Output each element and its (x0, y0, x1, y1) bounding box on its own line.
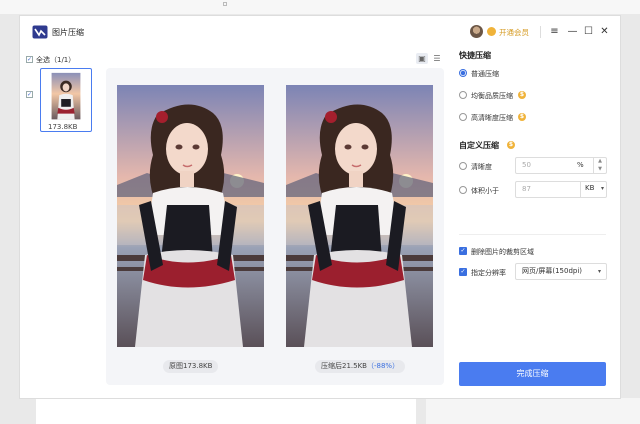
stepper-up-icon[interactable]: ▲ (594, 157, 606, 165)
compression-ratio: （-88%） (366, 362, 400, 370)
background-document-toolbar (0, 0, 640, 14)
balanced-compress-label: 均衡品质压缩 (471, 92, 513, 100)
thumbnail-checkbox[interactable]: ✓ (26, 91, 33, 98)
size-unit: KB (585, 184, 595, 192)
compressed-image-illustration (286, 85, 433, 347)
radio-normal-compress[interactable] (459, 69, 467, 77)
resolution-checkbox[interactable]: ✓ (459, 268, 467, 276)
complete-compress-button[interactable]: 完成压缩 (459, 362, 606, 386)
grid-view-icon[interactable]: ▣ (416, 53, 428, 64)
clarity-unit: % (577, 161, 584, 169)
compressed-size-caption: 压缩后21.5KB（-88%） (315, 360, 406, 373)
radio-clarity[interactable] (459, 162, 467, 170)
radio-balanced-compress[interactable] (459, 91, 467, 99)
thumbnail-image (51, 72, 81, 120)
radio-size-limit[interactable] (459, 186, 467, 194)
resolution-value: 网页/屏幕(150dpi) (522, 267, 583, 275)
size-unit-dropdown[interactable]: KB ▾ (580, 181, 607, 198)
resolution-label: 指定分辨率 (471, 269, 506, 277)
normal-compress-label: 普通压缩 (471, 70, 499, 78)
size-limit-label: 体积小于 (471, 187, 499, 195)
app-logo-icon (32, 25, 48, 39)
original-image-illustration (117, 85, 264, 347)
vip-crown-icon (487, 27, 496, 36)
select-all-label: 全选（1/1） (36, 56, 76, 64)
section-divider (459, 234, 606, 235)
title-divider (540, 26, 541, 38)
remove-crop-label: 删除图片的裁剪区域 (471, 248, 534, 256)
compressed-image (286, 85, 433, 347)
app-title: 图片压缩 (52, 28, 84, 37)
compressed-size-text: 压缩后21.5KB (321, 362, 367, 370)
size-limit-value: 87 (522, 185, 531, 193)
vip-badge-icon: $ (518, 113, 526, 121)
clarity-value: 50 (522, 161, 531, 169)
remove-crop-checkbox[interactable]: ✓ (459, 247, 467, 255)
background-marker (223, 2, 227, 6)
clarity-label: 清晰度 (471, 163, 492, 171)
clarity-stepper[interactable]: ▲ ▼ (593, 157, 606, 174)
stepper-down-icon[interactable]: ▼ (594, 165, 606, 173)
vip-upgrade-link[interactable]: 开通会员 (499, 27, 529, 38)
resolution-select[interactable]: 网页/屏幕(150dpi) ▾ (515, 263, 607, 280)
radio-hd-compress[interactable] (459, 113, 467, 121)
image-compress-dialog: 图片压缩 开通会员 ≡ — ☐ ✕ ✓ 全选（1/1） ✓ 173.8KB ▣ … (19, 15, 621, 399)
title-bar: 图片压缩 开通会员 ≡ — ☐ ✕ (20, 16, 620, 48)
chevron-down-icon: ▾ (600, 185, 604, 192)
minimize-icon[interactable]: — (566, 25, 579, 38)
chevron-down-icon: ▾ (597, 268, 601, 275)
vip-badge-icon: $ (507, 141, 515, 149)
background-document-margin (426, 398, 640, 424)
preview-area: 原图173.8KB 压缩后21.5KB（-88%） (106, 68, 444, 385)
original-size-caption: 原图173.8KB (163, 360, 219, 373)
menu-icon[interactable]: ≡ (548, 25, 561, 38)
background-document-page (36, 398, 416, 424)
list-view-icon[interactable]: ☰ (431, 53, 443, 64)
select-all-checkbox[interactable]: ✓ (26, 56, 33, 63)
close-icon[interactable]: ✕ (598, 25, 611, 38)
maximize-icon[interactable]: ☐ (582, 25, 595, 38)
hd-compress-label: 高清晰度压缩 (471, 114, 513, 122)
user-avatar[interactable] (470, 25, 483, 38)
original-size-text: 原图173.8KB (169, 362, 213, 370)
vip-badge-icon: $ (518, 91, 526, 99)
thumbnail-file-size: 173.8KB (48, 123, 78, 131)
quick-compress-title: 快捷压缩 (459, 51, 491, 60)
custom-compress-title: 自定义压缩 (459, 141, 499, 150)
original-image (117, 85, 264, 347)
